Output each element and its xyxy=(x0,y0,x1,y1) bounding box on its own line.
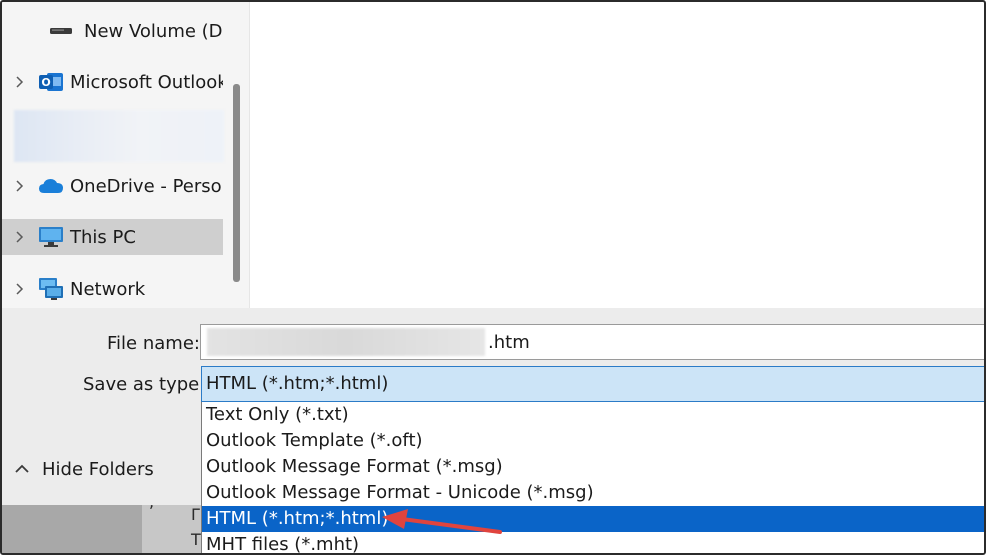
nav-item-label: Network xyxy=(70,278,146,300)
hide-folders-button[interactable]: Hide Folders xyxy=(14,457,154,481)
background-glyph: Г xyxy=(191,505,201,524)
chevron-right-icon[interactable] xyxy=(12,75,26,89)
nav-item-this-pc[interactable]: This PC xyxy=(2,219,223,255)
dropdown-option[interactable]: Text Only (*.txt) xyxy=(202,402,984,428)
file-name-value: .htm xyxy=(488,332,530,353)
save-as-type-dropdown: Text Only (*.txt) Outlook Template (*.of… xyxy=(201,402,984,553)
file-name-label: File name: xyxy=(107,333,200,354)
save-as-type-label: Save as type: xyxy=(83,374,206,395)
svg-text:O: O xyxy=(41,76,50,89)
chevron-right-icon[interactable] xyxy=(12,282,26,296)
dropdown-option[interactable]: Outlook Message Format - Unicode (*.msg) xyxy=(202,480,984,506)
background-glyph: , xyxy=(149,492,155,511)
navigation-pane: New Volume (D: O Microsoft Outlook OneDr… xyxy=(2,2,249,308)
file-name-redacted xyxy=(207,328,485,356)
nav-item-microsoft-outlook[interactable]: O Microsoft Outlook xyxy=(2,64,223,100)
nav-item-label: New Volume (D: xyxy=(84,20,223,42)
nav-item-label: This PC xyxy=(70,226,136,248)
background-glyph: T xyxy=(191,530,201,549)
save-as-type-value: HTML (*.htm;*.html) xyxy=(206,373,389,394)
hide-folders-label: Hide Folders xyxy=(42,458,154,480)
chevron-right-icon[interactable] xyxy=(12,230,26,244)
network-icon xyxy=(38,277,64,301)
dropdown-option[interactable]: MHT files (*.mht) xyxy=(202,532,984,553)
nav-item-label: Microsoft Outlook xyxy=(70,71,223,93)
onedrive-icon xyxy=(38,174,64,198)
monitor-icon xyxy=(38,225,64,249)
annotation-arrow-icon xyxy=(382,509,502,534)
pane-divider xyxy=(249,2,250,308)
drive-icon xyxy=(48,19,74,43)
nav-item-onedrive[interactable]: OneDrive - Person xyxy=(2,168,223,204)
outlook-icon: O xyxy=(38,70,64,94)
nav-scrollbar-thumb[interactable] xyxy=(233,84,240,282)
nav-item-label: OneDrive - Person xyxy=(70,175,223,197)
dropdown-option-selected[interactable]: HTML (*.htm;*.html) xyxy=(202,506,984,532)
dropdown-option[interactable]: Outlook Template (*.oft) xyxy=(202,428,984,454)
chevron-right-icon[interactable] xyxy=(12,179,26,193)
chevron-up-icon xyxy=(14,463,32,475)
nav-item-new-volume[interactable]: New Volume (D: xyxy=(2,13,223,49)
save-dialog: New Volume (D: O Microsoft Outlook OneDr… xyxy=(0,0,986,555)
dropdown-option[interactable]: Outlook Message Format (*.msg) xyxy=(202,454,984,480)
blurred-nav-item xyxy=(14,110,224,162)
nav-item-network[interactable]: Network xyxy=(2,271,223,307)
